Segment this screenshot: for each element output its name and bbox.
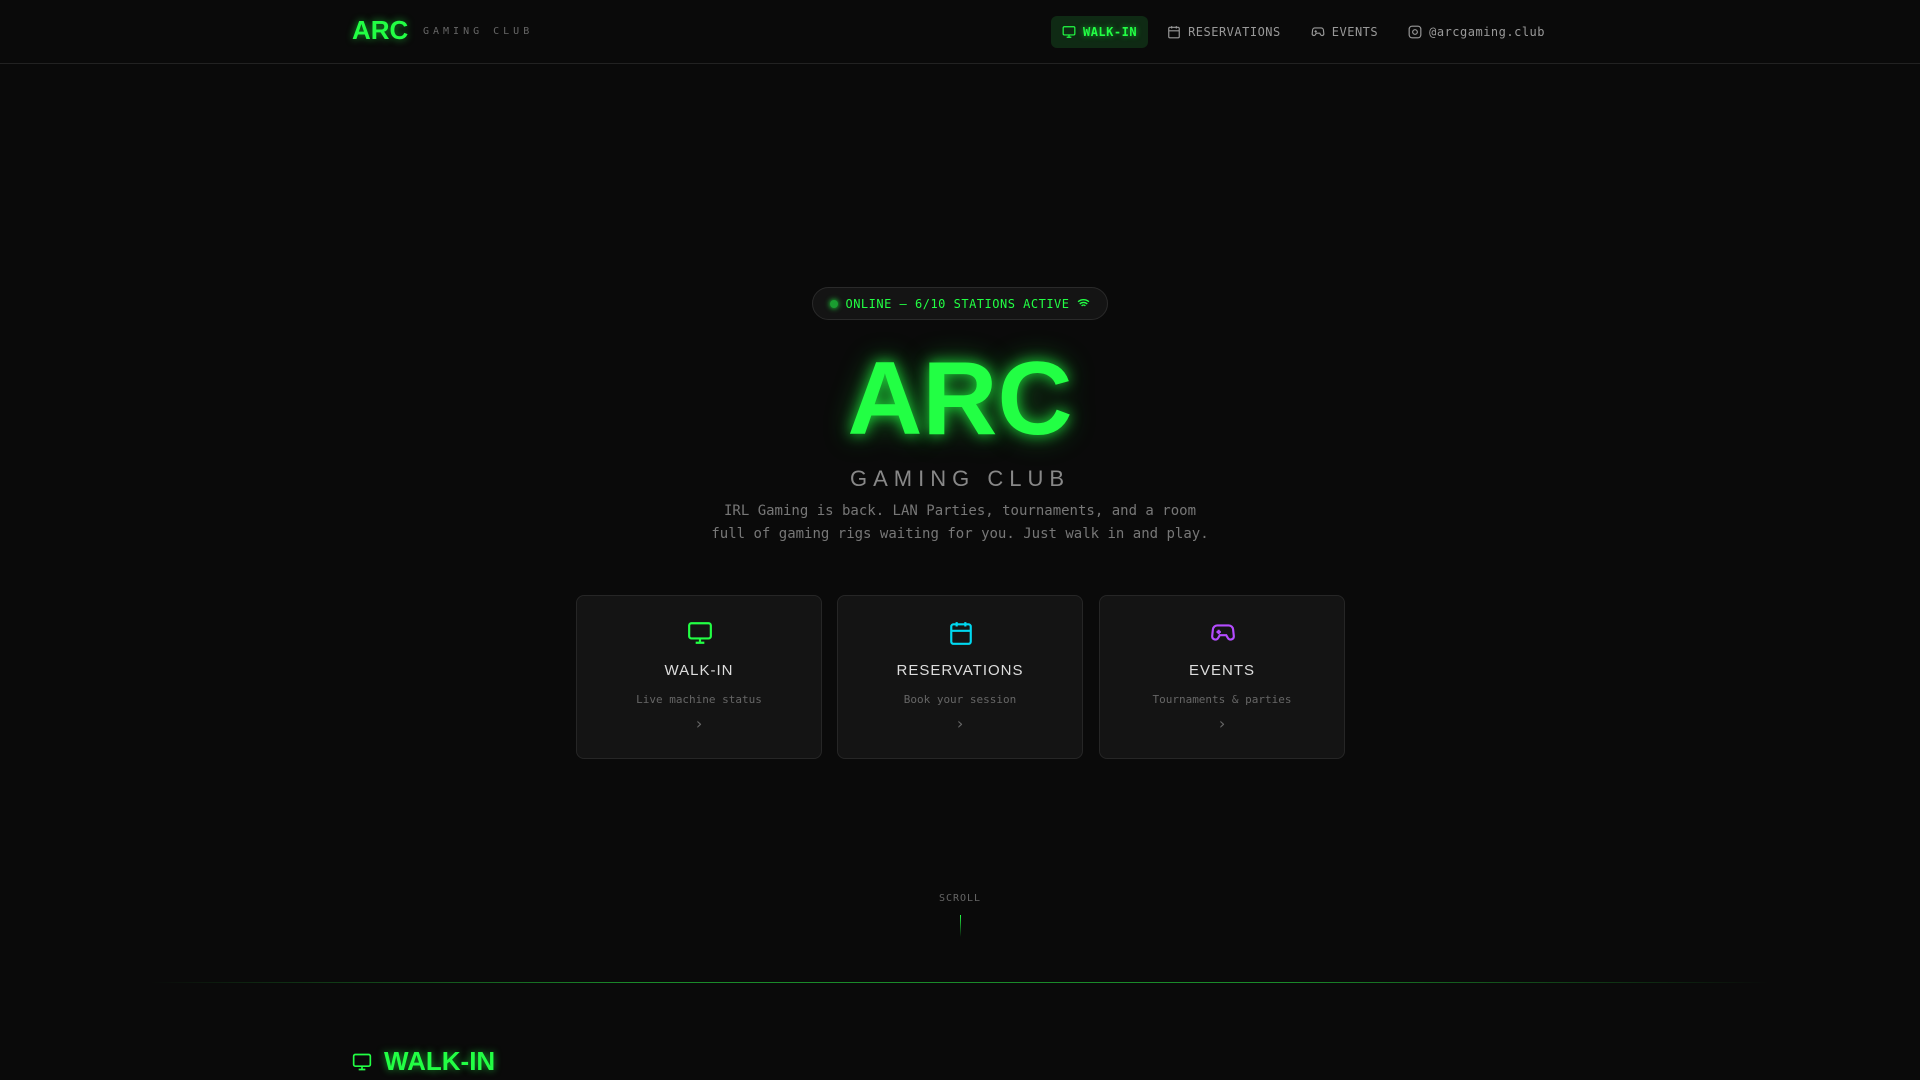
nav-reservations[interactable]: RESERVATIONS: [1156, 16, 1292, 48]
monitor-icon: [352, 1053, 372, 1070]
hero-subtitle: GAMING CLUB: [849, 466, 1071, 491]
calendar-icon: [950, 622, 972, 645]
hero-title: ARC: [847, 341, 1073, 457]
status-badge: ONLINE — 6/10 STATIONS ACTIVE: [812, 287, 1108, 320]
header: ARC GAMING CLUB WALK-IN RESERVATIONS EVE…: [0, 0, 1920, 64]
card-walk-in[interactable]: WALK-IN Live machine status ›: [576, 595, 822, 759]
card-title: EVENTS: [1188, 662, 1255, 679]
nav-label: RESERVATIONS: [1188, 25, 1281, 39]
nav-walk-in[interactable]: WALK-IN: [1050, 16, 1149, 48]
chevron-right-icon: ›: [694, 714, 704, 733]
card-events[interactable]: EVENTS Tournaments & parties ›: [1099, 595, 1345, 759]
gamepad-icon: [1311, 27, 1325, 37]
nav-instagram[interactable]: @arcgaming.club: [1397, 16, 1556, 48]
calendar-icon: [1168, 26, 1180, 39]
status-dot-icon: [830, 299, 839, 308]
logo-subtitle: GAMING CLUB: [423, 26, 534, 37]
monitor-icon: [1062, 26, 1076, 38]
card-subtitle: Live machine status: [636, 693, 762, 706]
description-line: full of gaming rigs waiting for you. Jus…: [711, 526, 1209, 542]
status-text: ONLINE — 6/10 STATIONS ACTIVE: [845, 296, 1070, 311]
scroll-indicator[interactable]: SCROLL: [0, 893, 1920, 904]
card-subtitle: Book your session: [903, 693, 1017, 706]
wifi-icon: [1077, 299, 1089, 309]
instagram-icon: [1408, 25, 1422, 39]
section-heading-walk-in: WALK-IN: [352, 1046, 495, 1077]
nav: WALK-IN RESERVATIONS EVENTS @arcgaming.c…: [1050, 16, 1556, 48]
scroll-line: [960, 915, 961, 937]
nav-label: @arcgaming.club: [1429, 25, 1545, 39]
card-subtitle: Tournaments & parties: [1152, 693, 1292, 706]
gamepad-icon: [1211, 624, 1235, 641]
card-title: WALK-IN: [664, 662, 734, 679]
chevron-right-icon: ›: [955, 714, 965, 733]
hero-description: IRL Gaming is back. LAN Parties, tournam…: [660, 500, 1260, 546]
card-reservations[interactable]: RESERVATIONS Book your session ›: [837, 595, 1083, 759]
nav-label: WALK-IN: [1082, 25, 1138, 39]
logo[interactable]: ARC: [352, 15, 408, 46]
divider: [150, 982, 1770, 983]
section-title: WALK-IN: [384, 1046, 496, 1076]
chevron-right-icon: ›: [1217, 714, 1227, 733]
monitor-icon: [688, 622, 712, 644]
nav-label: EVENTS: [1331, 25, 1379, 39]
description-line: IRL Gaming is back. LAN Parties, tournam…: [723, 503, 1196, 519]
card-title: RESERVATIONS: [896, 662, 1024, 679]
nav-events[interactable]: EVENTS: [1300, 16, 1389, 48]
